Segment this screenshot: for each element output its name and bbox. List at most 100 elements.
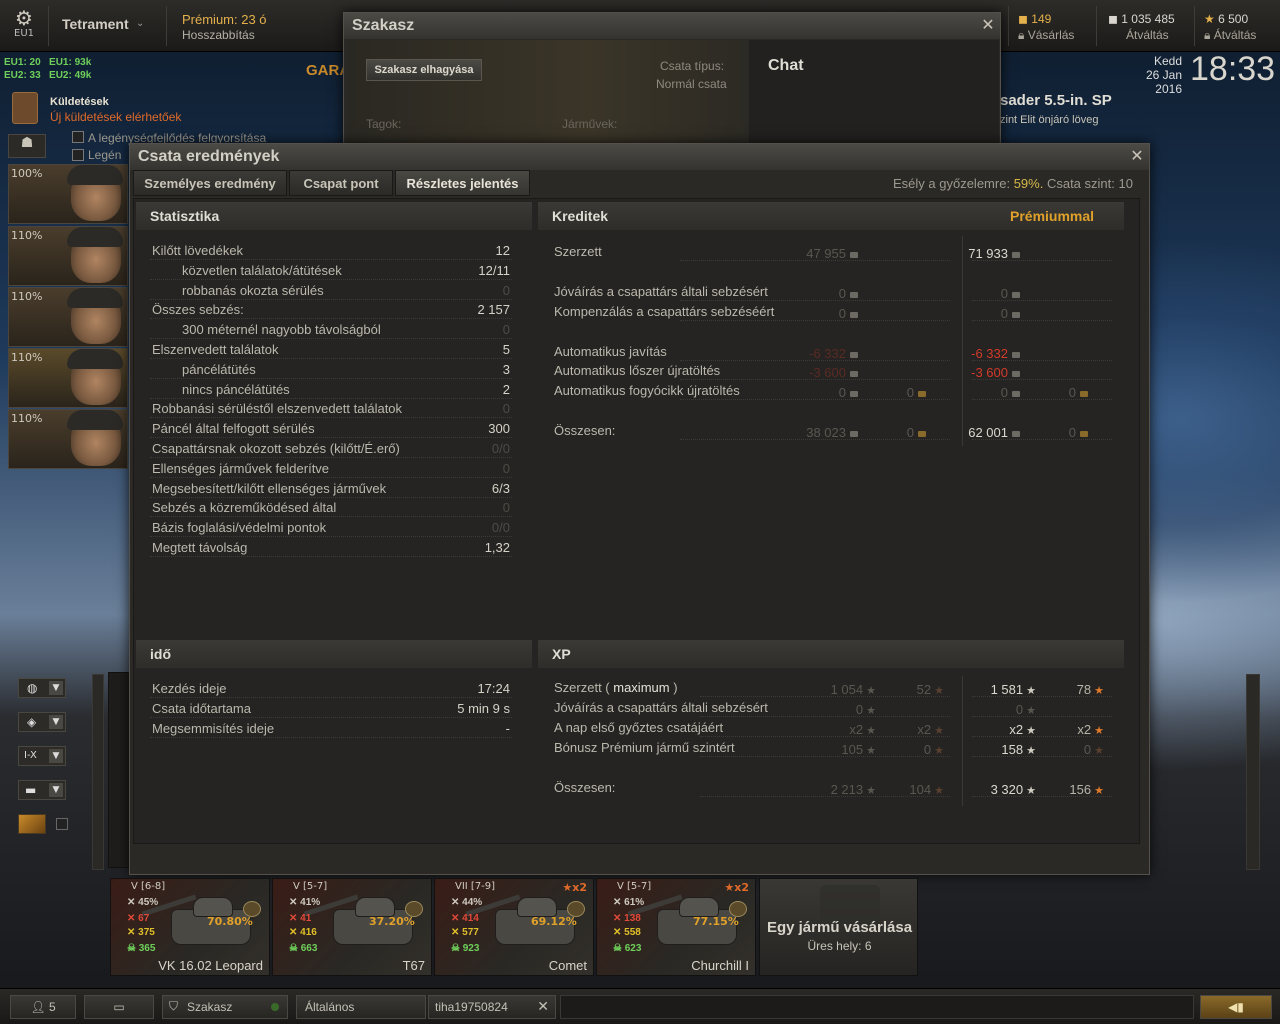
general-channel-button[interactable]: Általános — [296, 995, 426, 1019]
gold-icon — [918, 390, 926, 397]
close-icon[interactable]: ✕ — [1129, 148, 1145, 164]
crew-checkbox-2[interactable] — [72, 149, 84, 161]
crew-member[interactable]: 110% — [8, 226, 128, 286]
tank-mastery-pct: 77.15% — [693, 915, 739, 928]
buy-vehicle-slot[interactable]: Egy jármű vásárlása Üres hely: 6 — [759, 878, 918, 976]
star-icon: ★ — [1026, 685, 1036, 697]
credits-label: Kompenzálás a csapattárs sebzéséért — [554, 304, 775, 319]
credits-base: 38 023 — [770, 425, 858, 440]
crew-acceleration-checkbox[interactable] — [72, 131, 84, 143]
tank-card[interactable]: V [6-8] ✕ 45% ✕ 67 ✕ 375 ☠ 365 70.80% VK 16.02… — [110, 878, 270, 976]
type-filter[interactable]: ◈ ▼ — [18, 712, 66, 732]
tab-detailed-report[interactable]: Részletes jelentés — [395, 170, 530, 196]
close-icon[interactable]: ✕ — [980, 17, 996, 33]
members-label: Tagok: — [366, 117, 402, 131]
tank-damage: ✕ 414 — [451, 913, 479, 924]
tank-card[interactable]: V [5-7] ✕ 61% ✕ 138 ✕ 558 ☠ 623 77.15% ★x2 Chur… — [596, 878, 756, 976]
free-xp-premium: 78 ★ — [1076, 682, 1104, 697]
stats-label: Ellenséges járművek felderítve — [152, 460, 330, 476]
time-label: Kezdés ideje — [152, 681, 227, 696]
stats-label: közvetlen találatok/átütések — [182, 262, 342, 278]
tier-filter[interactable]: I-X ▼ — [18, 746, 66, 766]
xp-base: 105 ★ — [841, 742, 876, 757]
vehicle-name: sader 5.5-in. SP — [1000, 92, 1112, 109]
crew-label-2: Legén — [88, 148, 122, 162]
lock-icon: 🔒︎ — [1018, 28, 1028, 42]
xp-label: A nap első győztes csatájáért — [554, 720, 724, 735]
megaphone-icon: ◀▮ — [1228, 1000, 1244, 1014]
tank-filter[interactable]: ▬ ▼ — [18, 780, 66, 800]
tank-hp: ✕ 577 — [451, 927, 479, 938]
stats-row: Sebzés a közreműködésed által 0 — [150, 499, 512, 518]
tank-mastery-pct: 70.80% — [207, 915, 253, 928]
premium-filter-icon[interactable] — [18, 814, 46, 834]
tank-card[interactable]: VII [7-9] ✕ 44% ✕ 414 ✕ 577 ☠ 923 69.12% ★x2 Co… — [434, 878, 594, 976]
platoon-channel-button[interactable]: ⛉ Szakasz — [162, 995, 288, 1019]
mastery-badge-icon — [405, 901, 423, 917]
crew-member[interactable]: 100% — [8, 164, 128, 224]
premium-extend-link[interactable]: Hosszabbítás — [182, 28, 255, 42]
tab-personal-results[interactable]: Személyes eredmény — [133, 170, 287, 196]
player-channel-button[interactable]: tiha19750824 ✕ — [428, 995, 556, 1019]
tank-mastery-pct: 37.20% — [369, 915, 415, 928]
tank-icon: ▬ — [25, 783, 37, 797]
stats-row: Ellenséges járművek felderítve 0 — [150, 460, 512, 478]
stats-label: páncélátütés — [182, 361, 256, 377]
missions-icon[interactable] — [12, 92, 38, 124]
chat-input[interactable] — [560, 995, 1194, 1019]
stats-row: Kilőtt lövedékek 12 — [150, 242, 512, 260]
carousel-scroll-right[interactable] — [1246, 674, 1260, 870]
gold-buy-button[interactable]: 🔒︎ Vásárlás — [1018, 28, 1074, 43]
credits-premium: -6 332 — [940, 346, 1020, 361]
star-icon: ★ — [1026, 785, 1036, 797]
carousel-scroll-left[interactable] — [92, 674, 104, 870]
xp-base: x2 ★ — [849, 722, 876, 737]
friends-button[interactable]: 👤︎ 5 — [10, 995, 76, 1019]
credits-icon — [850, 291, 858, 298]
platoon-title: Szakasz — [344, 13, 1000, 39]
leave-platoon-button[interactable]: Szakasz elhagyása — [366, 59, 482, 81]
stats-value: 12/11 — [478, 262, 510, 278]
globe-icon: ◍ — [27, 681, 38, 695]
stats-value: 0 — [502, 500, 510, 516]
xp-maximum-label: maximum — [613, 680, 670, 695]
xp-premium: 1 581 ★ — [990, 682, 1036, 697]
xp-earned-label: Szerzett ( — [554, 680, 614, 695]
settings-button[interactable]: ⚙ EU1 — [10, 8, 38, 48]
time-row: Csata időtartama 5 min 9 s — [150, 700, 512, 718]
chat-button[interactable]: ▭ — [84, 995, 154, 1019]
chevron-down-icon[interactable]: ⌄ — [136, 18, 144, 29]
missions-title[interactable]: Küldetések — [50, 96, 109, 108]
star-icon: ★ — [1094, 685, 1104, 697]
tank-hp: ✕ 558 — [613, 927, 641, 938]
crew-member[interactable]: 110% — [8, 287, 128, 347]
credits-label: Automatikus javítás — [554, 344, 667, 359]
player-name[interactable]: Tetrament — [62, 16, 129, 32]
close-icon[interactable]: ✕ — [537, 998, 549, 1015]
freexp-exchange-button[interactable]: 🔒︎ Átváltás — [1204, 28, 1256, 43]
nation-filter[interactable]: ◍ ▼ — [18, 678, 66, 698]
premium-filter-checkbox[interactable] — [56, 818, 68, 830]
tank-tier: V [5-7] — [293, 881, 328, 892]
credits-icon: ◼ — [1108, 12, 1122, 26]
star-icon: ★ — [934, 785, 944, 797]
star-icon: ★ — [1204, 12, 1219, 26]
stats-row: Robbanási sérüléstől elszenvedett talála… — [150, 400, 512, 419]
crew-member[interactable]: 110% — [8, 409, 128, 469]
tab-team-score[interactable]: Csapat pont — [289, 170, 393, 196]
stats-value: 0/0 — [491, 441, 510, 456]
freexp-balance: ★ 6 500 — [1204, 12, 1249, 26]
credits-exchange-button[interactable]: Átváltás — [1126, 28, 1169, 42]
credits-premium: 71 933 — [940, 246, 1020, 261]
credits-base: 47 955 — [770, 246, 858, 261]
tank-hp: ✕ 416 — [289, 927, 317, 938]
crew-icon[interactable]: ☗ — [8, 134, 46, 158]
missions-subtitle[interactable]: Új küldetések elérhetőek — [50, 110, 181, 124]
stats-value: 5 — [502, 342, 510, 357]
crew-member[interactable]: 110% — [8, 348, 128, 408]
tank-card[interactable]: V [5-7] ✕ 41% ✕ 41 ✕ 416 ☠ 663 37.20% T67 — [272, 878, 432, 976]
stats-row: páncélátütés 3 — [150, 361, 512, 379]
send-button[interactable]: ◀▮ — [1200, 995, 1272, 1019]
premium-column-header: Prémiummal — [1010, 208, 1095, 224]
xp-label: Összesen: — [554, 780, 616, 795]
